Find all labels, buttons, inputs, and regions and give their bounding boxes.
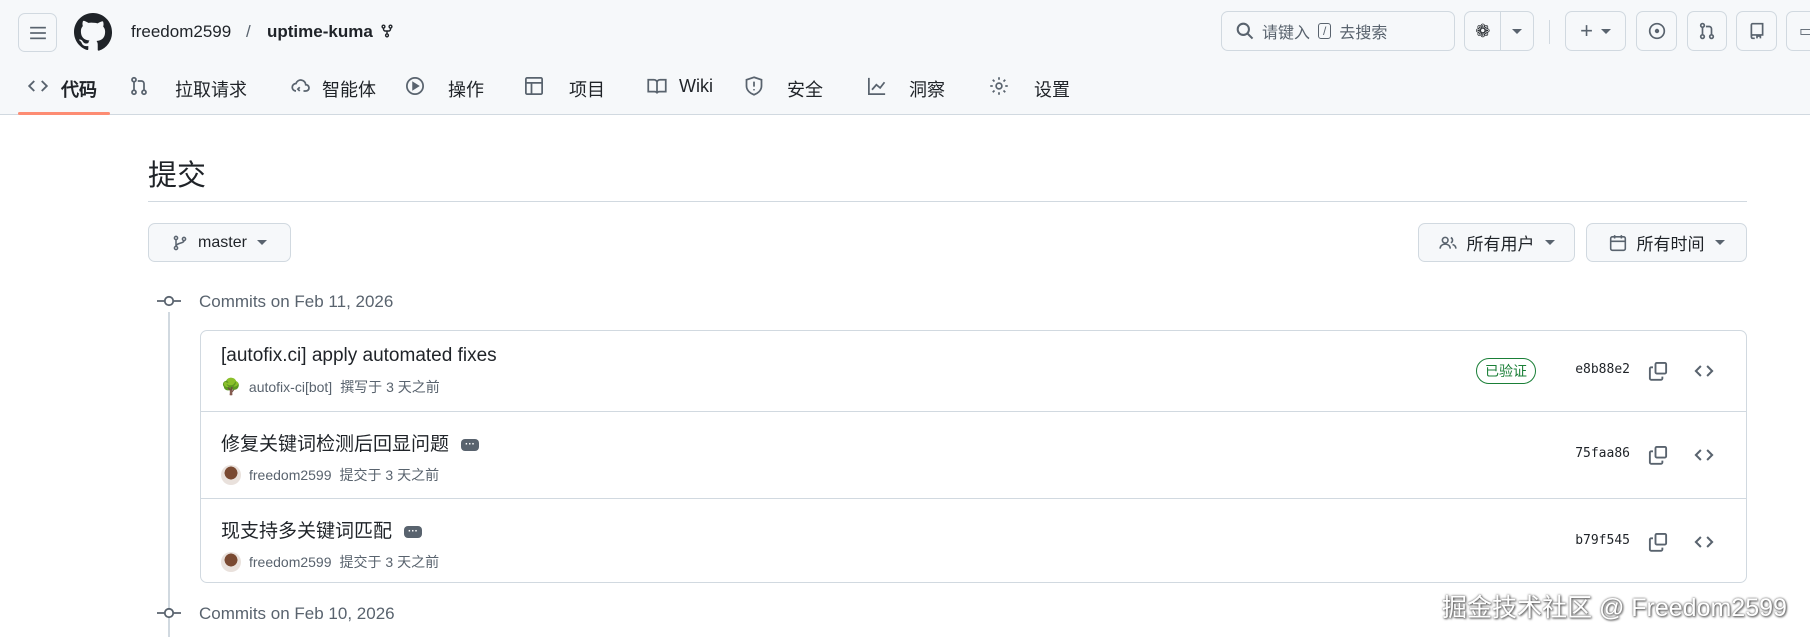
hamburger-icon: [29, 26, 46, 39]
commit-title[interactable]: 现支持多关键词匹配 ···: [221, 516, 423, 543]
play-icon: [406, 77, 424, 95]
copilot-button[interactable]: ❁: [1464, 11, 1534, 51]
commit-title-text[interactable]: 修复关键词检测后回显问题: [221, 434, 449, 455]
breadcrumb-separator: /: [246, 22, 251, 41]
tab-security[interactable]: 安全: [787, 76, 823, 102]
issue-icon: [1648, 22, 1665, 40]
copy-icon[interactable]: [1648, 532, 1668, 552]
repo-icon: [1750, 22, 1763, 40]
copy-icon[interactable]: [1648, 445, 1668, 465]
commit-row[interactable]: 修复关键词检测后回显问题 ··· freedom2599 提交于 3 天之前 75f…: [201, 411, 1746, 498]
people-icon: [1438, 236, 1457, 249]
commit-node-icon: [157, 607, 181, 619]
copilot-dropdown[interactable]: [1501, 28, 1533, 34]
users-filter-label: 所有用户: [1466, 235, 1535, 254]
plus-icon: +: [1580, 18, 1593, 43]
tab-agents[interactable]: 智能体: [322, 76, 376, 102]
page-title: 提交: [148, 160, 207, 192]
commit-author[interactable]: freedom2599: [249, 467, 332, 483]
gear-icon: [990, 77, 1008, 95]
owner-link[interactable]: freedom2599: [131, 22, 231, 42]
agent-cloud-icon: [291, 79, 310, 92]
title-divider: [148, 201, 1747, 202]
bot-avatar: 🌳: [221, 379, 241, 396]
browse-code-icon[interactable]: [1694, 361, 1714, 381]
branch-selector[interactable]: master: [148, 223, 291, 262]
search-placeholder: 请键入: [1262, 25, 1311, 42]
commit-sha[interactable]: b79f545: [1575, 533, 1630, 548]
commit-group-header: Commits on Feb 10, 2026: [199, 604, 395, 623]
commit-sha[interactable]: 75faa86: [1575, 446, 1630, 461]
code-icon: [28, 80, 48, 92]
commit-title[interactable]: [autofix.ci] apply automated fixes: [221, 345, 497, 367]
commit-time: 撰写于 3 天之前: [340, 379, 440, 395]
tab-settings[interactable]: 设置: [1034, 76, 1070, 102]
caret-down-icon: [1600, 28, 1611, 34]
search-icon: [1236, 22, 1254, 40]
tab-pull-requests[interactable]: 拉取请求: [175, 76, 247, 102]
commit-author[interactable]: freedom2599: [249, 554, 332, 570]
pull-request-icon: [131, 76, 147, 96]
users-filter[interactable]: 所有用户: [1418, 223, 1575, 262]
repo-link[interactable]: uptime-kuma: [267, 22, 373, 42]
inbox-icon: ▭: [1798, 23, 1810, 40]
fork-icon: [381, 24, 393, 38]
expand-message-button[interactable]: ···: [461, 438, 480, 451]
menu-button[interactable]: [18, 13, 57, 52]
graph-icon: [868, 77, 886, 95]
copy-icon[interactable]: [1648, 361, 1668, 381]
pull-request-icon: [1699, 22, 1715, 40]
avatar: [221, 465, 241, 485]
app-header: freedom2599 / uptime-kuma 请键入 / 去搜索 ❁ + …: [0, 0, 1810, 115]
commit-group-header: Commits on Feb 11, 2026: [199, 292, 394, 311]
book-icon: [647, 78, 667, 94]
timeline-line: [168, 312, 170, 637]
repositories-button[interactable]: [1736, 11, 1777, 51]
commit-list: [autofix.ci] apply automated fixes 🌳 auto…: [200, 330, 1747, 583]
table-icon: [525, 77, 543, 95]
copilot-icon: ❁: [1475, 20, 1491, 41]
commit-author[interactable]: autofix-ci[bot]: [249, 379, 332, 395]
shield-icon: [745, 76, 763, 96]
commit-time: 提交于 3 天之前: [339, 467, 440, 483]
tab-projects[interactable]: 项目: [569, 76, 605, 102]
branch-icon: [173, 235, 187, 250]
create-new-button[interactable]: +: [1565, 11, 1626, 51]
tab-insights[interactable]: 洞察: [909, 76, 945, 102]
commit-time: 提交于 3 天之前: [339, 554, 440, 570]
browse-code-icon[interactable]: [1694, 532, 1714, 552]
pull-requests-button[interactable]: [1687, 11, 1727, 51]
search-input[interactable]: 请键入 / 去搜索: [1221, 11, 1455, 51]
time-filter-label: 所有时间: [1636, 235, 1705, 254]
caret-down-icon: [1512, 28, 1523, 34]
verified-badge[interactable]: 已验证: [1476, 358, 1536, 384]
github-logo-icon[interactable]: [74, 13, 112, 51]
active-tab-indicator: [18, 112, 110, 115]
branch-name: master: [198, 233, 247, 251]
commit-row[interactable]: [autofix.ci] apply automated fixes 🌳 auto…: [201, 331, 1746, 411]
issues-button[interactable]: [1636, 11, 1677, 51]
tab-wiki[interactable]: Wiki: [679, 76, 713, 97]
avatar: [221, 552, 241, 572]
commit-sha[interactable]: e8b88e2: [1575, 362, 1630, 377]
caret-down-icon: [1544, 240, 1555, 245]
calendar-icon: [1609, 234, 1626, 251]
caret-down-icon: [256, 240, 267, 245]
watermark: 掘金技术社区 @ Freedom2599: [1442, 594, 1787, 622]
search-placeholder-suffix: 去搜索: [1339, 25, 1388, 42]
commit-node-icon: [157, 295, 181, 307]
commit-row[interactable]: 现支持多关键词匹配 ··· freedom2599 提交于 3 天之前 b79f54…: [201, 498, 1746, 583]
header-divider: [1549, 20, 1550, 44]
tab-code[interactable]: 代码: [61, 76, 97, 102]
inbox-button[interactable]: ▭: [1786, 11, 1810, 51]
expand-message-button[interactable]: ···: [404, 525, 423, 538]
search-shortcut-key: /: [1318, 23, 1332, 39]
browse-code-icon[interactable]: [1694, 445, 1714, 465]
commit-title-text[interactable]: 现支持多关键词匹配: [221, 521, 392, 542]
commit-title[interactable]: 修复关键词检测后回显问题 ···: [221, 429, 480, 456]
tab-actions[interactable]: 操作: [448, 76, 484, 102]
caret-down-icon: [1714, 240, 1725, 245]
time-filter[interactable]: 所有时间: [1586, 223, 1747, 262]
